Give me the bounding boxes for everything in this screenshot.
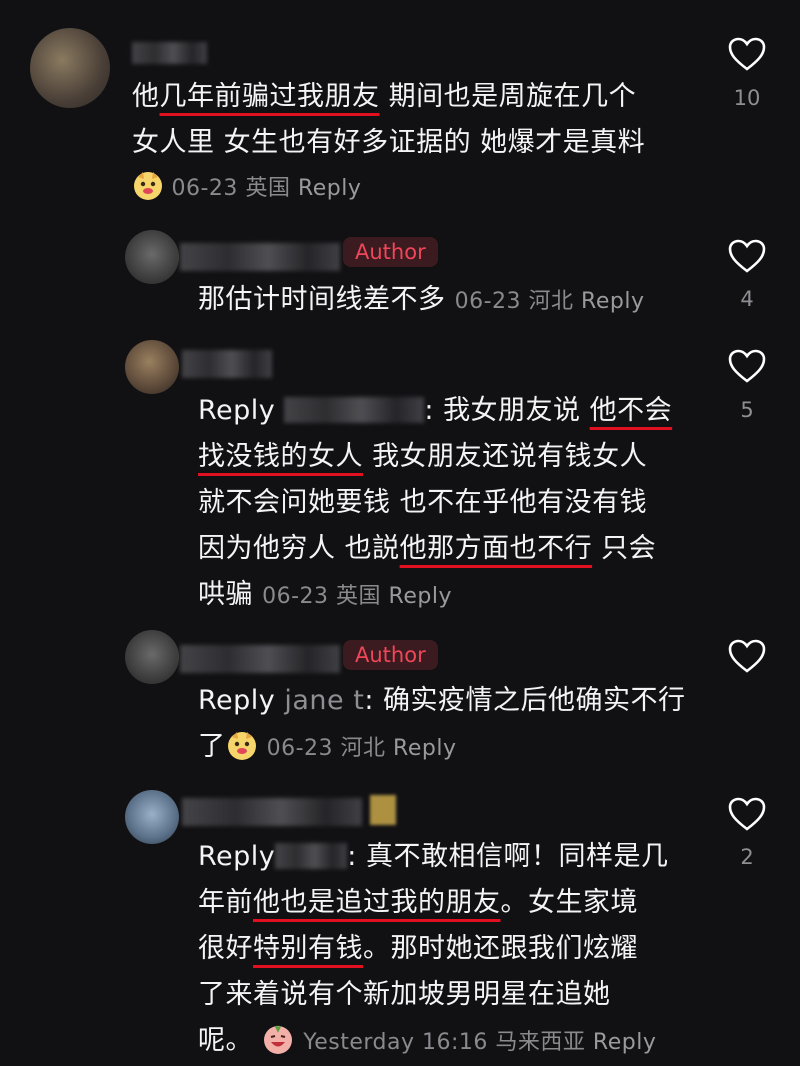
comment-meta: 06-23 英国 Reply (132, 166, 361, 212)
avatar[interactable] (125, 630, 179, 684)
avatar[interactable] (125, 230, 179, 284)
heart-outline-icon[interactable] (727, 36, 767, 72)
comment-text: Reply jane t: 确实疫情之后他确实不行 了 06-23 河北 Rep… (198, 685, 686, 762)
mentioned-user-blurred[interactable] (275, 843, 348, 869)
reply-label: Reply (198, 841, 276, 872)
author-badge: Author (343, 237, 438, 267)
reply-button[interactable]: Reply (581, 289, 644, 314)
reply-button[interactable]: Reply (593, 1030, 656, 1055)
comment-text: 那估计时间线差不多 06-23 河北 Reply (198, 284, 645, 315)
dog-emoji-icon (227, 732, 256, 760)
blurred-emoji (370, 795, 396, 825)
avatar[interactable] (30, 28, 110, 108)
username-blurred[interactable] (132, 42, 207, 64)
reply-label: Reply (198, 685, 276, 716)
comment-text: 他几年前骗过我朋友 期间也是周旋在几个 女人里 女生也有好多证据的 她爆才是真料 (132, 81, 646, 158)
heart-outline-icon[interactable] (727, 638, 767, 674)
username-blurred[interactable] (182, 798, 362, 826)
username-blurred[interactable] (180, 645, 340, 673)
username-blurred[interactable] (182, 350, 272, 378)
like-count: 4 (740, 287, 754, 311)
avatar[interactable] (125, 340, 179, 394)
reply-button[interactable]: Reply (389, 584, 452, 609)
avatar[interactable] (125, 790, 179, 844)
heart-outline-icon[interactable] (727, 796, 767, 832)
like-count: 2 (740, 845, 754, 869)
dog-emoji-icon (134, 172, 162, 200)
mentioned-user-blurred[interactable] (284, 397, 425, 423)
mentioned-user[interactable]: jane t (284, 685, 364, 716)
reply-label: Reply (198, 395, 276, 426)
reply-button[interactable]: Reply (298, 176, 361, 201)
like-count: 10 (733, 86, 761, 110)
heart-outline-icon[interactable] (727, 238, 767, 274)
comment-text: Reply: 真不敢相信啊！同样是几 年前他也是追过我的朋友。女生家境 很好特别… (198, 841, 669, 1056)
reply-button[interactable]: Reply (393, 736, 456, 761)
heart-outline-icon[interactable] (727, 348, 767, 384)
comment-text: Reply : 我女朋友说 他不会 找没钱的女人 我女朋友还说有钱女人 就不会问… (198, 395, 673, 610)
laughing-emoji-icon (264, 1025, 293, 1054)
author-badge: Author (343, 640, 438, 670)
like-count: 5 (740, 398, 754, 422)
username-blurred[interactable] (180, 243, 340, 271)
